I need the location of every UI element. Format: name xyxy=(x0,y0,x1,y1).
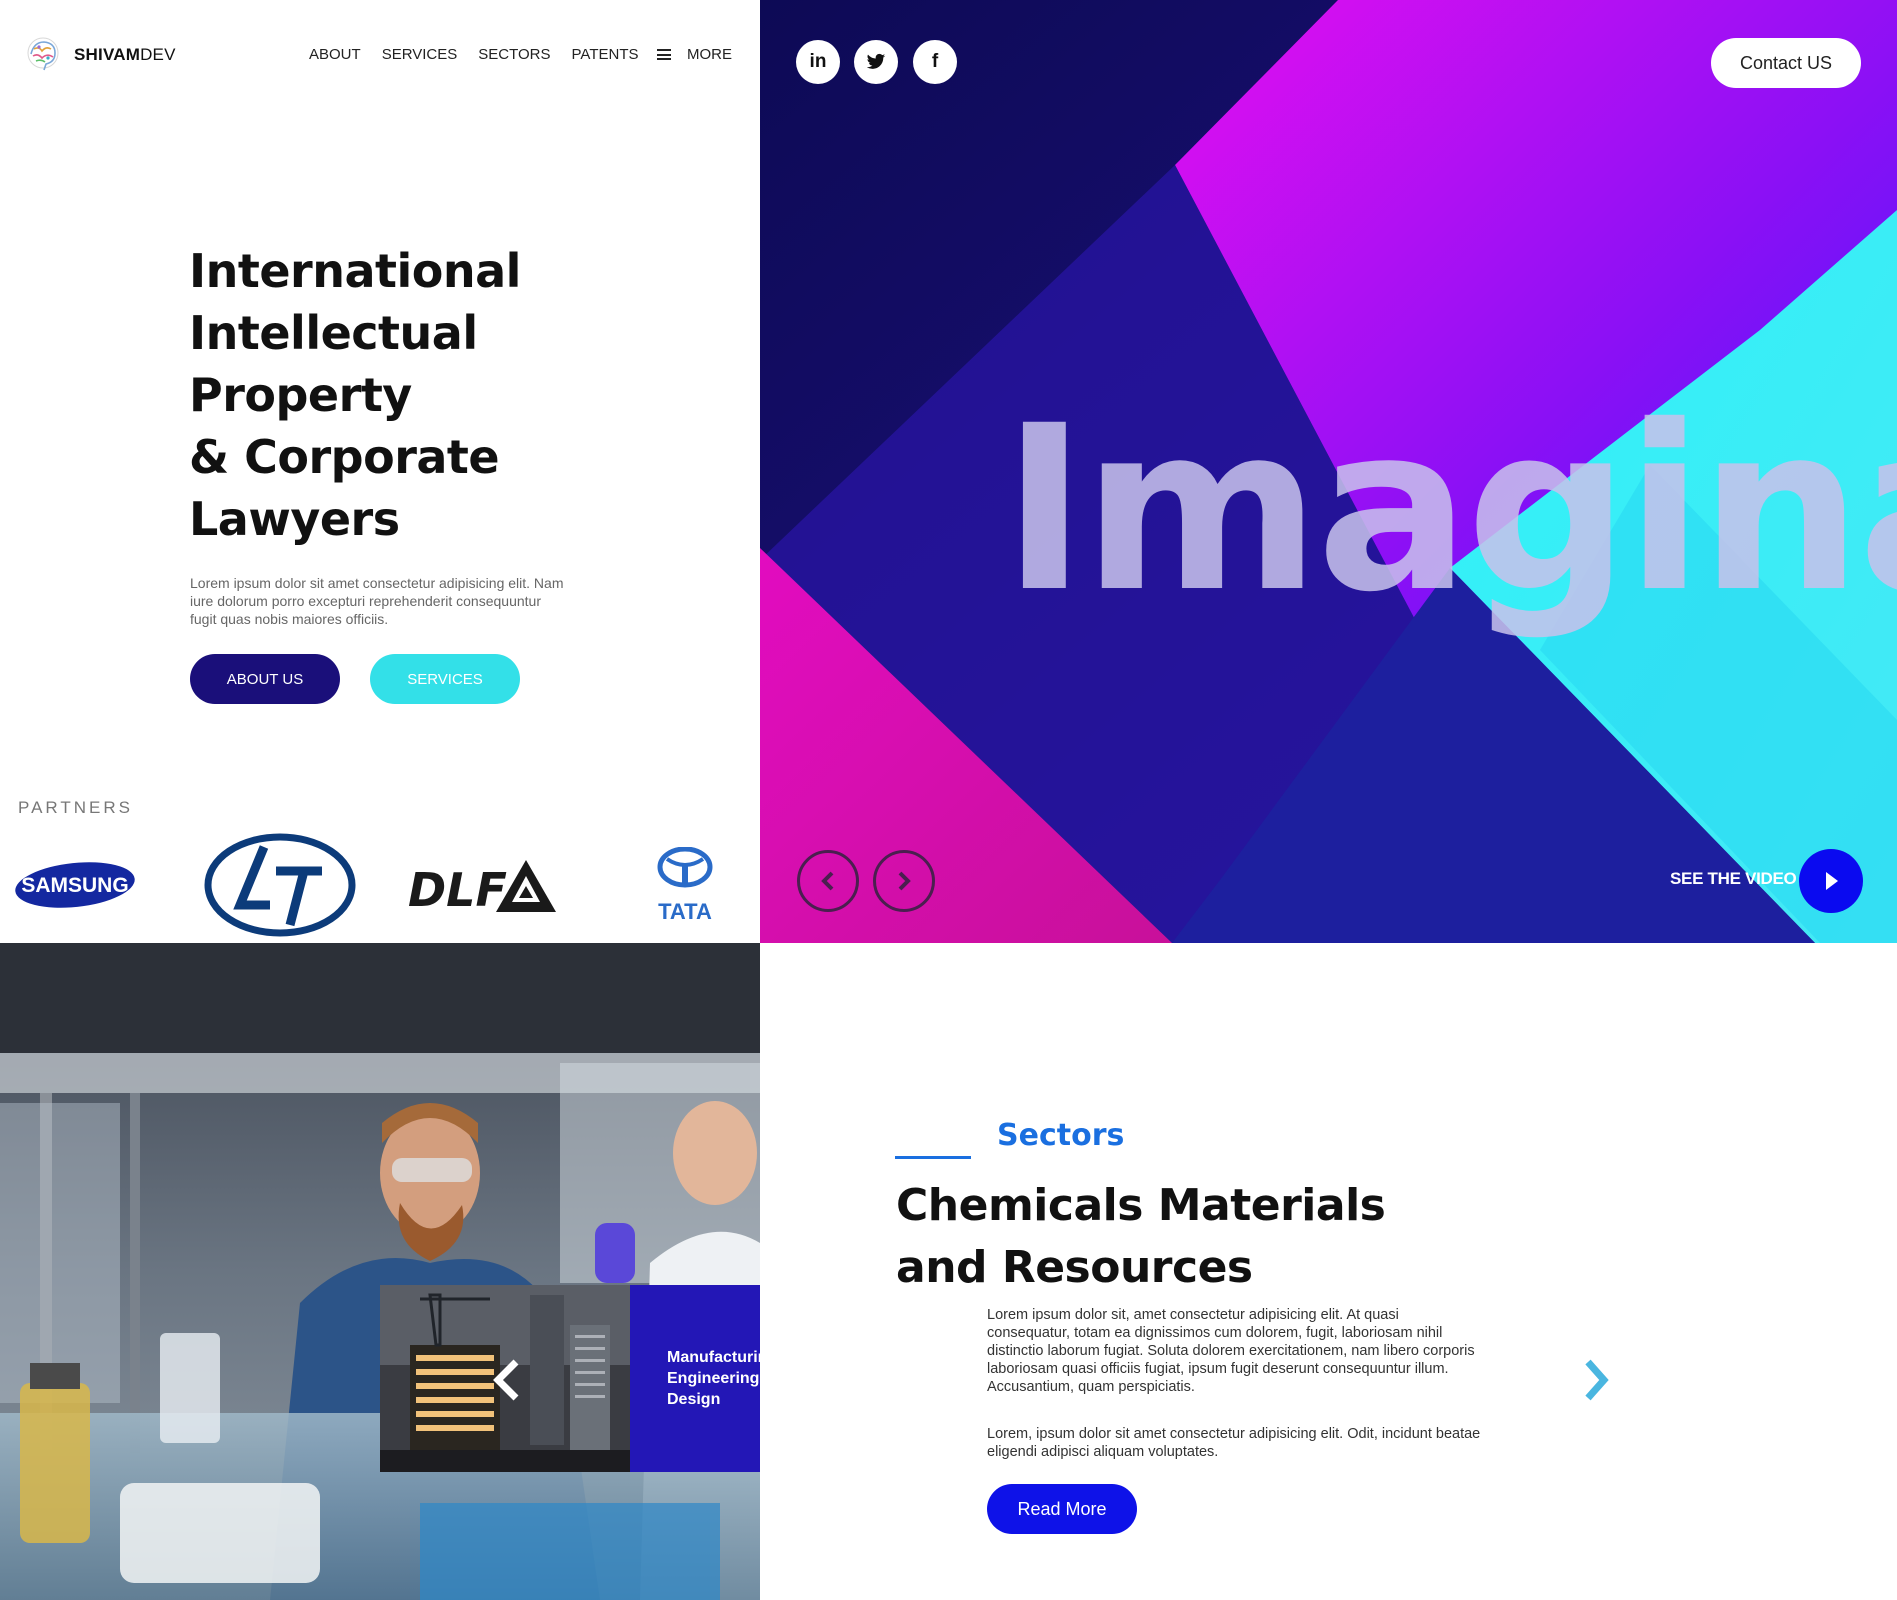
services-button[interactable]: SERVICES xyxy=(370,654,520,704)
partner-logo-dlf[interactable]: DLF xyxy=(405,830,560,940)
main-menu: ABOUT SERVICES SECTORS PATENTS xyxy=(309,46,638,63)
brand-name-bold: SHIVAM xyxy=(74,45,141,64)
samsung-logo-icon: SAMSUNG xyxy=(15,862,135,908)
hamburger-icon xyxy=(657,49,671,60)
hero-title-line: Intellectual xyxy=(189,306,478,360)
dlf-logo-icon: DLF xyxy=(408,860,556,917)
brand-name-thin: DEV xyxy=(140,45,176,64)
banner-prev-button[interactable] xyxy=(797,850,859,912)
linkedin-button[interactable]: in xyxy=(796,40,840,84)
chevron-left-icon xyxy=(821,871,834,891)
brain-logo-icon xyxy=(27,37,59,71)
partner-logo-text: SAMSUNG xyxy=(21,874,128,897)
lab-photo xyxy=(0,943,760,1600)
hero-title-line: International xyxy=(189,244,521,298)
hero-title-line: Lawyers xyxy=(189,492,400,546)
menu-item-patents[interactable]: PATENTS xyxy=(572,46,639,63)
chevron-right-icon xyxy=(898,871,911,891)
more-menu-button[interactable]: MORE xyxy=(657,46,732,63)
partner-logo-tata[interactable]: TATA xyxy=(640,830,730,940)
banner-next-button[interactable] xyxy=(873,850,935,912)
play-icon xyxy=(1826,872,1838,890)
partner-logo-samsung[interactable]: SAMSUNG xyxy=(0,830,150,940)
see-video-label[interactable]: SEE THE VIDEO xyxy=(1670,869,1797,889)
lab-scientists-image xyxy=(0,943,760,1600)
sector-paragraph-1: Lorem ipsum dolor sit, amet consectetur … xyxy=(987,1307,1475,1395)
sector-next-button[interactable] xyxy=(1582,1358,1612,1407)
hero-title-line: Property xyxy=(189,368,412,422)
imagination-banner: in f Contact US Imagination SEE THE VIDE… xyxy=(760,0,1897,943)
sector-title-line: Chemicals Materials xyxy=(896,1180,1386,1231)
hero-title: International Intellectual Property & Co… xyxy=(189,240,609,550)
hero-section: SHIVAMDEV ABOUT SERVICES SECTORS PATENTS… xyxy=(0,0,760,943)
partner-logo-lt[interactable] xyxy=(200,830,360,940)
menu-item-sectors[interactable]: SECTORS xyxy=(478,46,550,63)
hero-description: Lorem ipsum dolor sit amet consectetur a… xyxy=(190,575,564,627)
top-navigation: SHIVAMDEV ABOUT SERVICES SECTORS PATENTS… xyxy=(0,0,760,110)
facebook-icon: f xyxy=(931,51,939,72)
twitter-icon xyxy=(866,53,886,69)
partners-label: PARTNERS xyxy=(18,798,134,817)
sectors-label: Sectors xyxy=(997,1118,1125,1153)
chevron-left-icon xyxy=(493,1359,519,1401)
brand-logo[interactable]: SHIVAMDEV xyxy=(22,34,176,76)
sector-title: Chemicals Materials and Resources xyxy=(896,1175,1496,1299)
sectors-accent-line xyxy=(895,1156,971,1159)
banner-big-word: Imagination xyxy=(1002,376,1897,642)
more-label: MORE xyxy=(687,46,732,63)
partner-logo-text: TATA xyxy=(658,899,712,923)
slide-prev-button[interactable] xyxy=(490,1358,524,1407)
hero-title-line: & Corporate xyxy=(189,430,500,484)
play-video-button[interactable] xyxy=(1799,849,1863,913)
facebook-button[interactable]: f xyxy=(913,40,957,84)
twitter-button[interactable] xyxy=(854,40,898,84)
contact-us-button[interactable]: Contact US xyxy=(1711,38,1861,88)
lt-logo-icon xyxy=(204,833,356,937)
partner-logo-text: DLF xyxy=(408,863,507,917)
about-us-button[interactable]: ABOUT US xyxy=(190,654,340,704)
linkedin-icon: in xyxy=(809,51,827,72)
chevron-right-icon xyxy=(1585,1359,1609,1401)
menu-item-about[interactable]: ABOUT xyxy=(309,46,361,63)
tata-logo-icon: TATA xyxy=(657,847,713,923)
read-more-button[interactable]: Read More xyxy=(987,1484,1137,1534)
sector-paragraph-2: Lorem, ipsum dolor sit amet consectetur … xyxy=(987,1426,1481,1460)
menu-item-services[interactable]: SERVICES xyxy=(382,46,458,63)
sector-title-line: and Resources xyxy=(896,1242,1253,1293)
